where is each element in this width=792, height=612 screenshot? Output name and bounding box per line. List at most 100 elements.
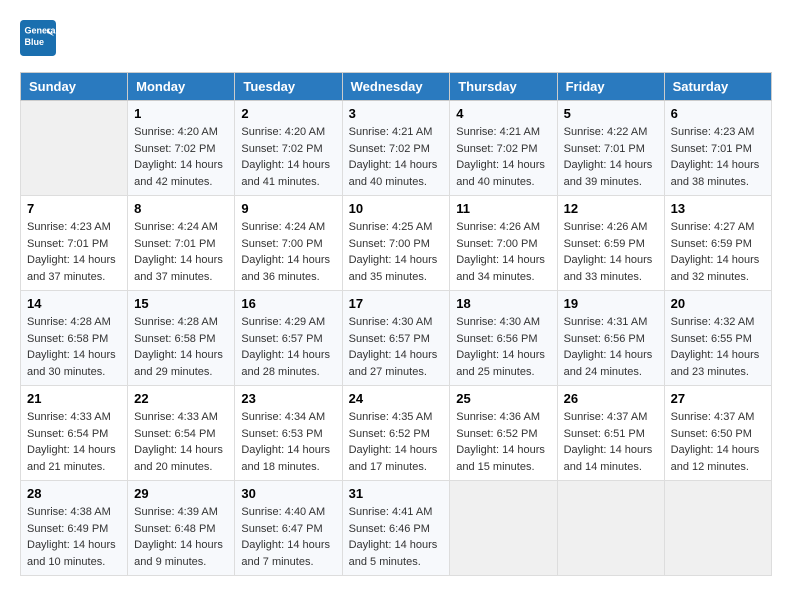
day-number: 3 [349, 106, 444, 121]
day-number: 15 [134, 296, 228, 311]
daylight: Daylight: 14 hours and 25 minutes. [456, 347, 550, 380]
sunrise: Sunrise: 4:41 AM [349, 504, 444, 521]
weekday-header: Monday [128, 73, 235, 101]
sunrise: Sunrise: 4:31 AM [564, 314, 658, 331]
daylight: Daylight: 14 hours and 40 minutes. [349, 157, 444, 190]
daylight: Daylight: 14 hours and 40 minutes. [456, 157, 550, 190]
day-detail: Sunrise: 4:22 AM Sunset: 7:01 PM Dayligh… [564, 124, 658, 190]
sunset: Sunset: 6:55 PM [671, 331, 765, 348]
daylight: Daylight: 14 hours and 20 minutes. [134, 442, 228, 475]
daylight: Daylight: 14 hours and 14 minutes. [564, 442, 658, 475]
sunrise: Sunrise: 4:40 AM [241, 504, 335, 521]
calendar-cell: 11 Sunrise: 4:26 AM Sunset: 7:00 PM Dayl… [450, 196, 557, 291]
calendar-cell: 2 Sunrise: 4:20 AM Sunset: 7:02 PM Dayli… [235, 101, 342, 196]
logo: General Blue [20, 20, 60, 56]
sunrise: Sunrise: 4:21 AM [456, 124, 550, 141]
calendar-cell: 3 Sunrise: 4:21 AM Sunset: 7:02 PM Dayli… [342, 101, 450, 196]
sunrise: Sunrise: 4:28 AM [27, 314, 121, 331]
sunrise: Sunrise: 4:30 AM [456, 314, 550, 331]
day-number: 8 [134, 201, 228, 216]
sunset: Sunset: 7:01 PM [27, 236, 121, 253]
sunset: Sunset: 6:51 PM [564, 426, 658, 443]
calendar-week-row: 28 Sunrise: 4:38 AM Sunset: 6:49 PM Dayl… [21, 481, 772, 576]
sunset: Sunset: 6:59 PM [564, 236, 658, 253]
calendar-cell: 23 Sunrise: 4:34 AM Sunset: 6:53 PM Dayl… [235, 386, 342, 481]
day-detail: Sunrise: 4:28 AM Sunset: 6:58 PM Dayligh… [27, 314, 121, 380]
day-detail: Sunrise: 4:24 AM Sunset: 7:00 PM Dayligh… [241, 219, 335, 285]
sunset: Sunset: 7:02 PM [134, 141, 228, 158]
sunrise: Sunrise: 4:39 AM [134, 504, 228, 521]
day-detail: Sunrise: 4:33 AM Sunset: 6:54 PM Dayligh… [134, 409, 228, 475]
calendar-cell: 22 Sunrise: 4:33 AM Sunset: 6:54 PM Dayl… [128, 386, 235, 481]
day-number: 5 [564, 106, 658, 121]
day-detail: Sunrise: 4:28 AM Sunset: 6:58 PM Dayligh… [134, 314, 228, 380]
day-detail: Sunrise: 4:39 AM Sunset: 6:48 PM Dayligh… [134, 504, 228, 570]
daylight: Daylight: 14 hours and 10 minutes. [27, 537, 121, 570]
page-header: General Blue [20, 20, 772, 56]
sunset: Sunset: 6:49 PM [27, 521, 121, 538]
weekday-header: Saturday [664, 73, 771, 101]
day-detail: Sunrise: 4:26 AM Sunset: 6:59 PM Dayligh… [564, 219, 658, 285]
day-number: 1 [134, 106, 228, 121]
calendar-week-row: 7 Sunrise: 4:23 AM Sunset: 7:01 PM Dayli… [21, 196, 772, 291]
day-number: 16 [241, 296, 335, 311]
calendar-cell: 28 Sunrise: 4:38 AM Sunset: 6:49 PM Dayl… [21, 481, 128, 576]
sunset: Sunset: 6:52 PM [456, 426, 550, 443]
sunrise: Sunrise: 4:25 AM [349, 219, 444, 236]
day-detail: Sunrise: 4:29 AM Sunset: 6:57 PM Dayligh… [241, 314, 335, 380]
day-number: 25 [456, 391, 550, 406]
sunset: Sunset: 6:48 PM [134, 521, 228, 538]
day-number: 10 [349, 201, 444, 216]
day-detail: Sunrise: 4:20 AM Sunset: 7:02 PM Dayligh… [241, 124, 335, 190]
day-detail: Sunrise: 4:26 AM Sunset: 7:00 PM Dayligh… [456, 219, 550, 285]
daylight: Daylight: 14 hours and 30 minutes. [27, 347, 121, 380]
day-detail: Sunrise: 4:40 AM Sunset: 6:47 PM Dayligh… [241, 504, 335, 570]
sunrise: Sunrise: 4:24 AM [134, 219, 228, 236]
day-detail: Sunrise: 4:23 AM Sunset: 7:01 PM Dayligh… [27, 219, 121, 285]
day-detail: Sunrise: 4:38 AM Sunset: 6:49 PM Dayligh… [27, 504, 121, 570]
sunset: Sunset: 6:59 PM [671, 236, 765, 253]
weekday-header: Sunday [21, 73, 128, 101]
day-detail: Sunrise: 4:35 AM Sunset: 6:52 PM Dayligh… [349, 409, 444, 475]
weekday-header: Wednesday [342, 73, 450, 101]
daylight: Daylight: 14 hours and 24 minutes. [564, 347, 658, 380]
calendar-cell: 17 Sunrise: 4:30 AM Sunset: 6:57 PM Dayl… [342, 291, 450, 386]
sunrise: Sunrise: 4:26 AM [456, 219, 550, 236]
calendar-cell: 18 Sunrise: 4:30 AM Sunset: 6:56 PM Dayl… [450, 291, 557, 386]
daylight: Daylight: 14 hours and 21 minutes. [27, 442, 121, 475]
calendar-cell: 21 Sunrise: 4:33 AM Sunset: 6:54 PM Dayl… [21, 386, 128, 481]
calendar-cell: 19 Sunrise: 4:31 AM Sunset: 6:56 PM Dayl… [557, 291, 664, 386]
sunset: Sunset: 7:01 PM [671, 141, 765, 158]
sunrise: Sunrise: 4:37 AM [564, 409, 658, 426]
daylight: Daylight: 14 hours and 37 minutes. [134, 252, 228, 285]
calendar-cell: 9 Sunrise: 4:24 AM Sunset: 7:00 PM Dayli… [235, 196, 342, 291]
daylight: Daylight: 14 hours and 5 minutes. [349, 537, 444, 570]
daylight: Daylight: 14 hours and 17 minutes. [349, 442, 444, 475]
sunset: Sunset: 7:00 PM [349, 236, 444, 253]
day-number: 30 [241, 486, 335, 501]
day-detail: Sunrise: 4:36 AM Sunset: 6:52 PM Dayligh… [456, 409, 550, 475]
sunset: Sunset: 7:01 PM [134, 236, 228, 253]
sunset: Sunset: 7:02 PM [349, 141, 444, 158]
sunset: Sunset: 6:53 PM [241, 426, 335, 443]
sunset: Sunset: 6:47 PM [241, 521, 335, 538]
weekday-header: Tuesday [235, 73, 342, 101]
day-number: 27 [671, 391, 765, 406]
day-detail: Sunrise: 4:31 AM Sunset: 6:56 PM Dayligh… [564, 314, 658, 380]
sunset: Sunset: 6:57 PM [241, 331, 335, 348]
sunrise: Sunrise: 4:33 AM [27, 409, 121, 426]
daylight: Daylight: 14 hours and 34 minutes. [456, 252, 550, 285]
sunrise: Sunrise: 4:21 AM [349, 124, 444, 141]
day-number: 29 [134, 486, 228, 501]
sunrise: Sunrise: 4:27 AM [671, 219, 765, 236]
calendar-cell [557, 481, 664, 576]
sunset: Sunset: 7:02 PM [241, 141, 335, 158]
calendar-cell: 13 Sunrise: 4:27 AM Sunset: 6:59 PM Dayl… [664, 196, 771, 291]
daylight: Daylight: 14 hours and 33 minutes. [564, 252, 658, 285]
calendar-week-row: 21 Sunrise: 4:33 AM Sunset: 6:54 PM Dayl… [21, 386, 772, 481]
sunrise: Sunrise: 4:28 AM [134, 314, 228, 331]
sunset: Sunset: 6:58 PM [134, 331, 228, 348]
day-detail: Sunrise: 4:30 AM Sunset: 6:57 PM Dayligh… [349, 314, 444, 380]
daylight: Daylight: 14 hours and 15 minutes. [456, 442, 550, 475]
sunrise: Sunrise: 4:26 AM [564, 219, 658, 236]
